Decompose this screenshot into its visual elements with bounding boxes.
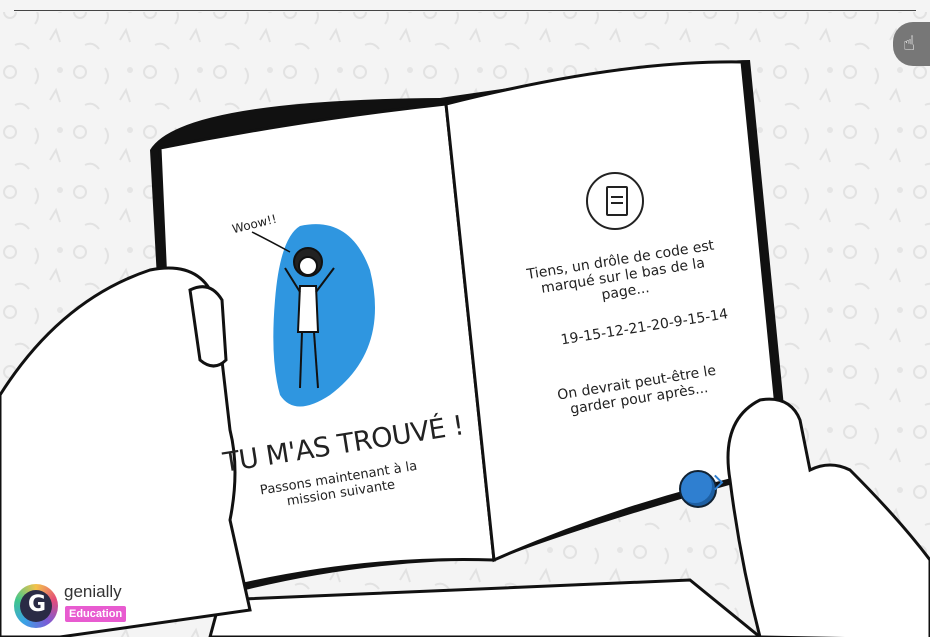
brand-name: genially <box>64 582 122 601</box>
education-badge: Education <box>65 606 127 622</box>
genially-logo-letter: G <box>28 592 47 617</box>
genially-brand[interactable]: G genially Education <box>14 582 128 632</box>
book-illustration <box>0 60 930 637</box>
next-button[interactable] <box>679 470 724 508</box>
right-hand <box>726 397 930 637</box>
touch-toggle-button[interactable]: ☝ <box>893 22 930 66</box>
book-bottom-edge <box>208 578 763 637</box>
touch-pointer-icon: ☝ <box>903 31 916 55</box>
document-icon <box>586 172 644 230</box>
